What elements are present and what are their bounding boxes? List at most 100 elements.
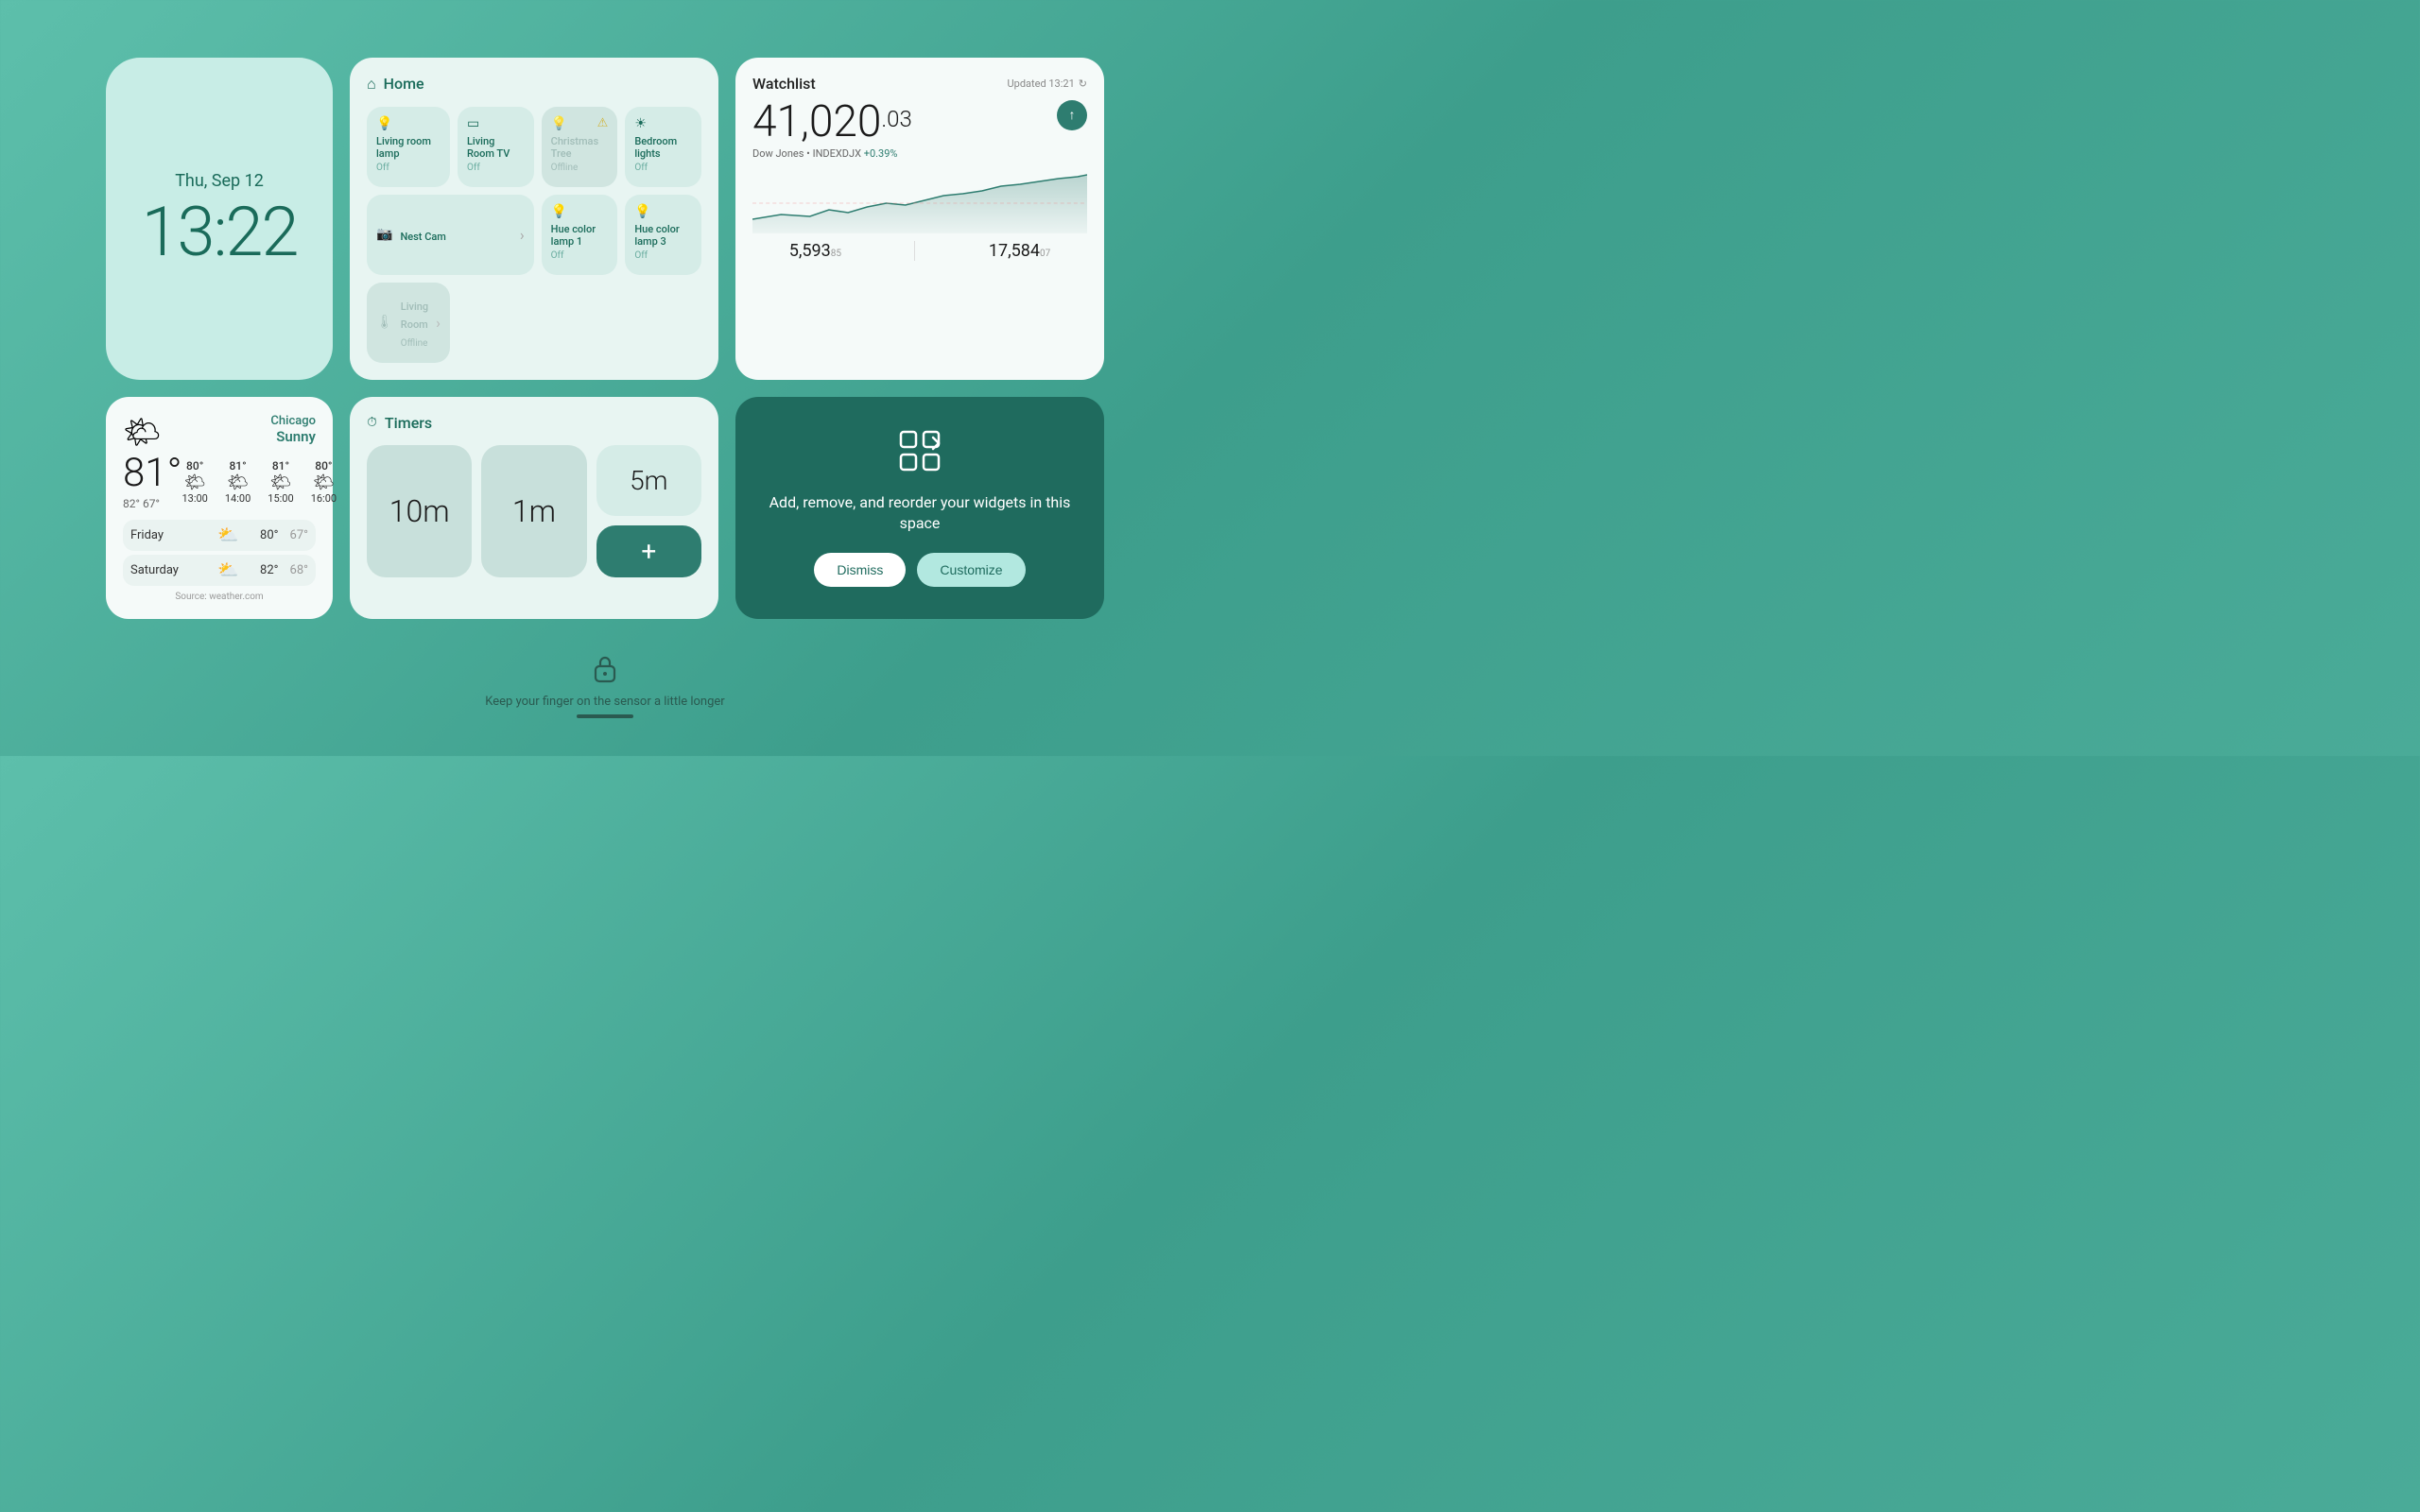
nestcam-name: Nest Cam: [400, 231, 445, 243]
weather-condition: Sunny: [270, 428, 316, 445]
hue3-name: Hue color lamp 3: [634, 223, 692, 248]
hue3-status: Off: [634, 250, 692, 261]
living-room-icon: 🌡: [376, 315, 393, 330]
living-room-info: Living Room Offline: [401, 296, 428, 350]
lock-icon: [592, 653, 618, 689]
lamp-name: Living room lamp: [376, 135, 441, 160]
nestcam-info: Nest Cam: [400, 226, 511, 244]
tv-info: Living Room TV Off: [467, 135, 525, 173]
weather-main-row: 81° 82° 67° 80° 🌤 13:00 81° 🌤 14:00: [123, 454, 316, 510]
weather-hourly: 80° 🌤 13:00 81° 🌤 14:00 81° 🌤 15:00 80° …: [182, 459, 337, 505]
forecast-friday: Friday ⛅ 80° 67°: [123, 520, 316, 551]
living-room-chevron: ›: [436, 314, 441, 332]
stock-info: Dow Jones • INDEXDJX +0.39%: [752, 147, 1087, 160]
weather-hour-1: 80° 🌤 13:00: [182, 459, 207, 505]
weather-location: Chicago: [270, 414, 316, 428]
promo-buttons: Dismiss Customize: [814, 553, 1025, 587]
device-card-hue1[interactable]: 💡 Hue color lamp 1 Off: [542, 195, 618, 275]
lamp-status: Off: [376, 163, 441, 173]
home-device-grid: 💡 Living room lamp Off ▭ Living Room TV …: [367, 107, 701, 363]
bottom-section: Keep your finger on the sensor a little …: [485, 653, 724, 718]
device-card-tv[interactable]: ▭ Living Room TV Off: [458, 107, 534, 187]
christmas-icon: 💡: [551, 116, 567, 131]
dismiss-button[interactable]: Dismiss: [814, 553, 906, 587]
timers-header: ⏱ Timers: [367, 414, 701, 432]
christmas-header: 💡 ⚠: [551, 116, 609, 131]
lock-hint: Keep your finger on the sensor a little …: [485, 695, 724, 709]
hue3-info: Hue color lamp 3 Off: [634, 223, 692, 261]
weather-top: 🌤 Chicago Sunny: [123, 414, 316, 450]
weather-hour-3: 81° 🌤 15:00: [268, 459, 293, 505]
bedroom-name: Bedroom lights: [634, 135, 692, 160]
watchlist-header: Watchlist Updated 13:21 ↻: [752, 75, 1087, 93]
watchlist-updated: Updated 13:21 ↻: [1008, 77, 1087, 90]
timer-add-button[interactable]: +: [596, 525, 701, 577]
home-widget-header: ⌂ Home: [367, 75, 701, 94]
widget-promo: Add, remove, and reorder your widgets in…: [735, 397, 1104, 619]
tv-icon: ▭: [467, 116, 525, 131]
device-card-hue3[interactable]: 💡 Hue color lamp 3 Off: [625, 195, 701, 275]
weather-widget: 🌤 Chicago Sunny 81° 82° 67° 80° 🌤 13:00: [106, 397, 333, 619]
hue1-status: Off: [551, 250, 609, 261]
timer-icon: ⏱: [367, 415, 377, 430]
hue3-icon: 💡: [634, 204, 692, 219]
nestcam-icon: 📷: [376, 227, 392, 242]
weather-temp-block: 81° 82° 67°: [123, 454, 182, 510]
clock-time: 13:22: [142, 198, 298, 266]
stock-footer-2: 17,58407: [989, 241, 1050, 261]
weather-forecast: Friday ⛅ 80° 67° Saturday ⛅ 82° 68°: [123, 520, 316, 586]
clock-date: Thu, Sep 12: [175, 171, 264, 191]
home-widget-title: Home: [384, 75, 424, 93]
warn-icon: ⚠: [597, 116, 609, 130]
promo-icon: [897, 428, 942, 481]
hue1-icon: 💡: [551, 204, 609, 219]
tv-name: Living Room TV: [467, 135, 525, 160]
living-room-name: Living Room: [401, 301, 428, 331]
stock-footer-1: 5,59385: [789, 241, 841, 261]
home-widget: ⌂ Home 💡 Living room lamp Off ▭ Living R…: [350, 58, 718, 380]
timers-grid: 10m 1m 5m +: [367, 445, 701, 577]
bedroom-icon: ☀: [634, 116, 692, 131]
weather-highlow: 82° 67°: [123, 497, 182, 510]
device-card-living-room-lamp[interactable]: 💡 Living room lamp Off: [367, 107, 450, 187]
promo-text: Add, remove, and reorder your widgets in…: [756, 492, 1083, 535]
weather-source: Source: weather.com: [123, 592, 316, 602]
nestcam-chevron: ›: [520, 226, 525, 244]
bedroom-status: Off: [634, 163, 692, 173]
weather-location-block: Chicago Sunny: [270, 414, 316, 445]
watchlist-title: Watchlist: [752, 75, 816, 93]
timer-10m[interactable]: 10m: [367, 445, 472, 577]
timer-1m[interactable]: 1m: [481, 445, 586, 577]
christmas-info: Christmas Tree Offline: [551, 135, 609, 173]
device-card-christmas[interactable]: 💡 ⚠ Christmas Tree Offline: [542, 107, 618, 187]
stock-chart: [752, 167, 1087, 233]
timer-5m[interactable]: 5m: [596, 445, 701, 516]
christmas-status: Offline: [551, 163, 609, 173]
watchlist-widget: Watchlist Updated 13:21 ↻ 41,020.03 ↑ Do…: [735, 58, 1104, 380]
lamp-info: Living room lamp Off: [376, 135, 441, 173]
clock-widget: Thu, Sep 12 13:22: [106, 58, 333, 380]
stock-value: 41,020.03: [752, 100, 912, 144]
main-grid: Thu, Sep 12 13:22 ⌂ Home 💡 Living room l…: [87, 39, 1123, 638]
living-room-status: Offline: [401, 338, 428, 349]
lamp-icon: 💡: [376, 116, 441, 131]
customize-button[interactable]: Customize: [917, 553, 1025, 587]
device-card-bedroom[interactable]: ☀ Bedroom lights Off: [625, 107, 701, 187]
timers-widget: ⏱ Timers 10m 1m 5m +: [350, 397, 718, 619]
forecast-saturday: Saturday ⛅ 82° 68°: [123, 555, 316, 586]
divider: [914, 241, 915, 261]
timer-third: 5m +: [596, 445, 701, 577]
stock-footer: 5,59385 17,58407: [752, 241, 1087, 261]
weather-hour-4: 80° 🌤 16:00: [311, 459, 337, 505]
device-card-living-room-offline[interactable]: 🌡 Living Room Offline ›: [367, 283, 450, 363]
hue1-info: Hue color lamp 1 Off: [551, 223, 609, 261]
stock-up-button[interactable]: ↑: [1057, 100, 1087, 130]
lock-bar: [577, 714, 633, 718]
tv-status: Off: [467, 163, 525, 173]
weather-temp: 81°: [123, 454, 182, 493]
device-card-nestcam[interactable]: 📷 Nest Cam ›: [367, 195, 534, 275]
sun-icon: 🌤: [123, 414, 162, 450]
home-icon: ⌂: [367, 75, 376, 94]
refresh-icon[interactable]: ↻: [1079, 77, 1087, 90]
bedroom-info: Bedroom lights Off: [634, 135, 692, 173]
